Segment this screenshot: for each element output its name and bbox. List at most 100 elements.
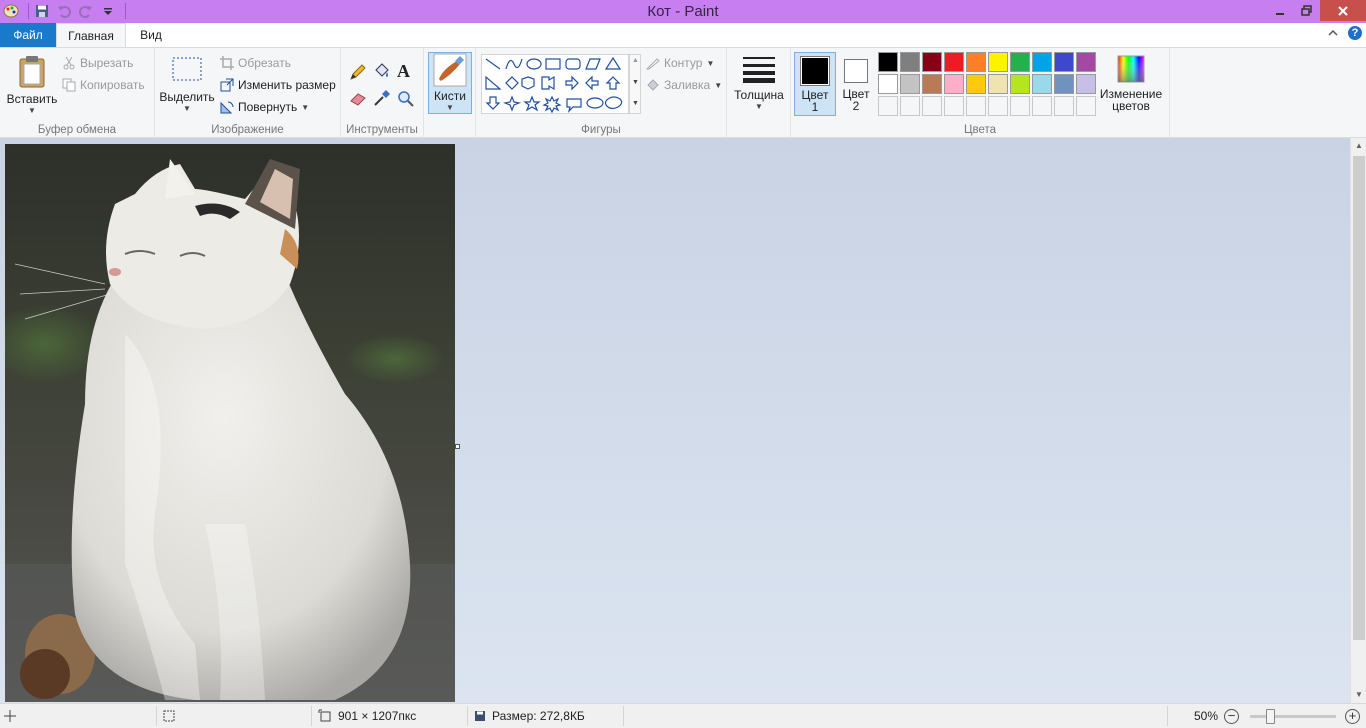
resize-icon	[220, 78, 234, 92]
chevron-down-icon: ▼	[301, 102, 310, 112]
tab-file[interactable]: Файл	[0, 23, 56, 47]
drawing-canvas[interactable]	[5, 144, 455, 702]
color-swatch[interactable]	[1076, 74, 1096, 94]
expand-gallery-icon[interactable]: ▼	[632, 100, 639, 107]
zoom-slider-track[interactable]	[1250, 715, 1336, 718]
custom-color-slot[interactable]	[900, 96, 920, 116]
scroll-down-icon[interactable]: ▼	[632, 79, 639, 86]
color-swatch[interactable]	[944, 52, 964, 72]
color-swatch[interactable]	[1032, 74, 1052, 94]
tab-home[interactable]: Главная	[56, 23, 126, 48]
image-size-icon	[318, 709, 331, 722]
color-swatch[interactable]	[1032, 52, 1052, 72]
color1-number: 1	[811, 100, 819, 114]
custom-color-slot[interactable]	[966, 96, 986, 116]
color-swatch[interactable]	[1010, 74, 1030, 94]
color-swatch[interactable]	[878, 52, 898, 72]
help-icon[interactable]: ?	[1348, 26, 1362, 40]
color-picker-icon[interactable]	[373, 89, 391, 110]
paste-button[interactable]: Вставить ▼	[6, 54, 58, 115]
tab-view[interactable]: Вид	[128, 23, 174, 47]
canvas-resize-handle[interactable]	[455, 444, 460, 449]
zoom-out-button[interactable]: −	[1224, 709, 1239, 724]
chevron-down-icon: ▼	[183, 104, 191, 113]
brushes-label: Кисти	[434, 89, 466, 103]
color-swatch[interactable]	[1054, 74, 1074, 94]
brushes-group: Кисти ▼	[424, 48, 476, 138]
color-swatch[interactable]	[966, 52, 986, 72]
color1-swatch	[802, 58, 828, 84]
fill-label: Заливка	[664, 78, 711, 92]
fill-button[interactable]: Заливка ▼	[646, 78, 722, 92]
chevron-down-icon: ▼	[446, 103, 454, 112]
color-swatch[interactable]	[900, 74, 920, 94]
pencil-icon[interactable]	[349, 63, 367, 84]
eraser-icon[interactable]	[349, 90, 367, 109]
color-swatch[interactable]	[944, 74, 964, 94]
close-button[interactable]	[1320, 0, 1366, 21]
outline-icon	[646, 58, 660, 70]
scroll-up-icon[interactable]: ▲	[632, 57, 639, 64]
cut-button[interactable]: Вырезать	[62, 56, 133, 70]
zoom-level: 50%	[1194, 709, 1219, 723]
outline-label: Контур	[664, 56, 703, 70]
line-thickness-icon	[743, 57, 775, 83]
text-tool-icon[interactable]: A	[397, 61, 410, 82]
vertical-scrollbar[interactable]: ▲ ▼	[1350, 138, 1366, 703]
color-swatch[interactable]	[988, 74, 1008, 94]
color-swatch[interactable]	[1010, 52, 1030, 72]
select-button[interactable]: Выделить ▼	[159, 56, 215, 113]
fill-bucket-icon[interactable]	[373, 62, 391, 83]
shapes-gallery[interactable]	[481, 54, 629, 114]
collapse-ribbon-icon[interactable]	[1328, 26, 1338, 40]
chevron-down-icon: ▼	[28, 106, 36, 115]
minimize-button[interactable]	[1266, 0, 1293, 21]
colors-group-label: Цвета	[963, 124, 997, 136]
ribbon-tabs: Файл Главная Вид ?	[0, 23, 1366, 48]
zoom-slider-knob[interactable]	[1266, 709, 1275, 724]
rotate-button[interactable]: Повернуть ▼	[220, 100, 309, 114]
ribbon: Вставить ▼ Вырезать Копировать Буфер обм…	[0, 47, 1366, 138]
custom-color-slot[interactable]	[1076, 96, 1096, 116]
color1-button[interactable]: Цвет 1	[794, 52, 836, 116]
color2-swatch	[846, 61, 866, 81]
scrollbar-thumb[interactable]	[1353, 156, 1365, 640]
magnifier-icon[interactable]	[397, 90, 415, 111]
custom-color-slot[interactable]	[944, 96, 964, 116]
outline-button[interactable]: Контур ▼	[646, 56, 714, 70]
resize-button[interactable]: Изменить размер	[220, 78, 336, 92]
shapes-gallery-scroll[interactable]: ▲ ▼ ▼	[629, 54, 641, 114]
paste-label: Вставить	[6, 92, 58, 106]
shapes-group-label: Фигуры	[581, 124, 621, 136]
zoom-in-button[interactable]: +	[1345, 709, 1360, 724]
colors-group: Цвет 1 Цвет 2 Изменение цветов Цвета	[791, 48, 1170, 138]
size-button[interactable]: Толщина ▼	[731, 54, 787, 111]
color-swatch[interactable]	[966, 74, 986, 94]
image-dimensions-cell: 901 × 1207пкс	[318, 704, 416, 728]
color-swatch[interactable]	[900, 52, 920, 72]
custom-color-slot[interactable]	[922, 96, 942, 116]
custom-color-slot[interactable]	[1032, 96, 1052, 116]
color2-button[interactable]: Цвет 2	[838, 52, 874, 116]
color-swatch[interactable]	[922, 52, 942, 72]
color-swatch[interactable]	[922, 74, 942, 94]
scroll-down-icon[interactable]: ▼	[1351, 687, 1366, 703]
color-swatch[interactable]	[878, 74, 898, 94]
rotate-icon	[220, 101, 234, 114]
scroll-up-icon[interactable]: ▲	[1351, 138, 1366, 154]
restore-button[interactable]	[1293, 0, 1320, 21]
copy-button[interactable]: Копировать	[62, 78, 145, 92]
custom-color-slot[interactable]	[1010, 96, 1030, 116]
color-swatch[interactable]	[1054, 52, 1074, 72]
window-title: Кот - Paint	[647, 3, 719, 20]
custom-color-slot[interactable]	[1054, 96, 1074, 116]
brushes-button[interactable]: Кисти ▼	[428, 52, 472, 114]
canvas-workspace	[0, 138, 1350, 703]
color-swatch[interactable]	[1076, 52, 1096, 72]
crop-button[interactable]: Обрезать	[220, 56, 291, 70]
custom-color-slot[interactable]	[988, 96, 1008, 116]
color-swatch[interactable]	[988, 52, 1008, 72]
window-controls	[1266, 0, 1366, 21]
custom-color-slot[interactable]	[878, 96, 898, 116]
edit-colors-button[interactable]: Изменение цветов	[1099, 54, 1163, 112]
